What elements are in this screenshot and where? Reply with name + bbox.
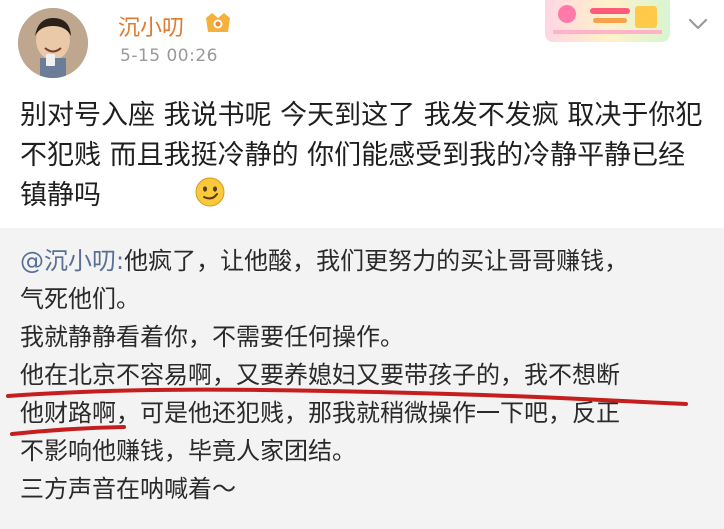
decorative-card-banner (545, 0, 670, 42)
chevron-down-icon[interactable] (684, 12, 712, 36)
repost-line-1: @沉小叨:他疯了，让他酸，我们更努力的买让哥哥赚钱， (20, 242, 710, 280)
repost-line-3: 我就静静看着你，不需要任何操作。 (20, 323, 404, 351)
user-avatar[interactable] (18, 8, 88, 78)
repost-line-5: 他财路啊，可是他还犯贱，那我就稍微操作一下吧，反正 (20, 399, 620, 427)
post-header: 沉小叨 5-15 00:26 (0, 0, 724, 82)
repost-line-4: 他在北京不容易啊，又要养媳妇又要带孩子的，我不想断 (20, 361, 620, 389)
vip-badge-icon (203, 10, 233, 36)
repost-line-6: 不影响他赚钱，毕竟人家团结。 (20, 437, 356, 465)
smirk-emoji-icon (194, 176, 226, 208)
post-body-text: 别对号入座 我说书呢 今天到这了 我发不发疯 取决于你犯不犯贱 而且我挺冷静的 … (20, 100, 703, 211)
repost-line-7: 三方声音在呐喊着～ (20, 475, 236, 503)
repost-line-1-text: 他疯了，让他酸，我们更努力的买让哥哥赚钱， (124, 247, 629, 275)
repost-section[interactable]: @沉小叨:他疯了，让他酸，我们更努力的买让哥哥赚钱， 气死他们。 我就静静看着你… (0, 228, 724, 529)
repost-text: @沉小叨:他疯了，让他酸，我们更努力的买让哥哥赚钱， 气死他们。 我就静静看着你… (20, 242, 710, 508)
avatar-image (18, 8, 88, 78)
repost-line-2: 气死他们。 (20, 285, 140, 313)
username[interactable]: 沉小叨 (118, 10, 184, 42)
post-timestamp: 5-15 00:26 (120, 46, 218, 66)
mention-link[interactable]: @沉小叨: (20, 247, 124, 275)
